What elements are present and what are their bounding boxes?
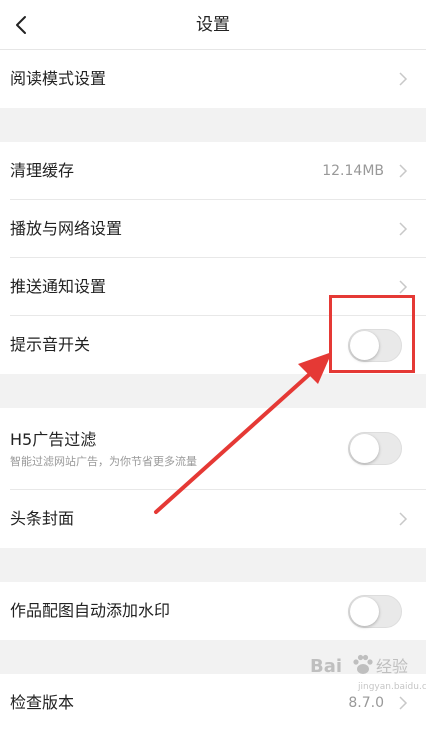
paw-logo-icon	[353, 654, 373, 674]
watermark-text: 经验	[376, 657, 409, 676]
watermark-url: jingyan.baidu.com	[358, 682, 426, 692]
annotation-arrow-icon	[154, 352, 332, 514]
watermark-brand: Bai	[310, 656, 343, 677]
baidu-jingyan-watermark: Bai 经验 jingyan.baidu.com	[310, 650, 426, 692]
